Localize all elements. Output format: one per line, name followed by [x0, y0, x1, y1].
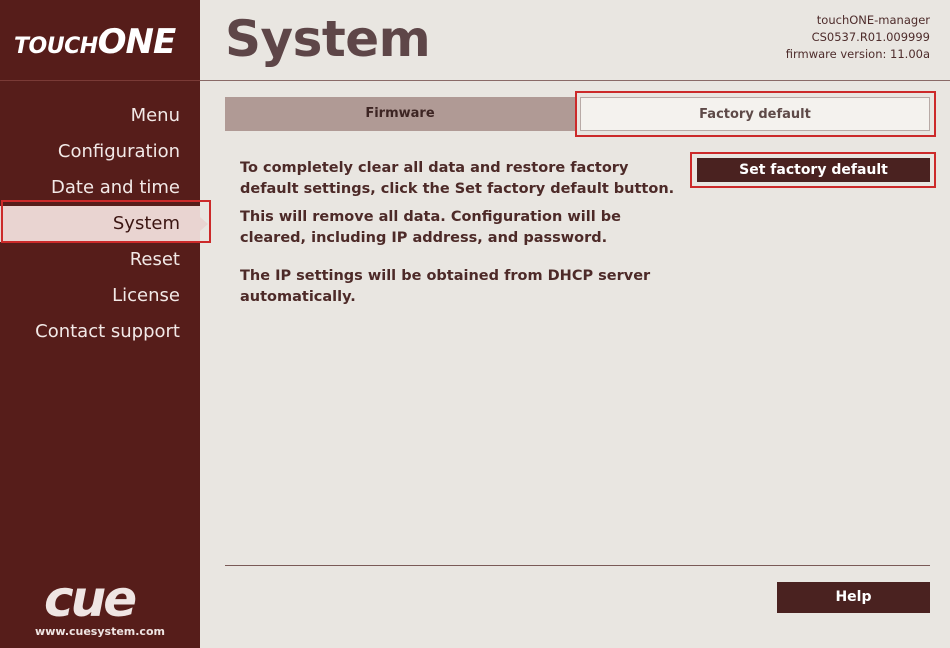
- touchone-logo: TOUCHONE: [14, 22, 177, 62]
- page-title: System: [225, 10, 431, 68]
- firmware-version: firmware version: 11.00a: [785, 47, 930, 61]
- sidebar-item-contact-support[interactable]: Contact support: [0, 314, 200, 350]
- set-factory-default-button[interactable]: Set factory default: [697, 158, 930, 182]
- sidebar: TOUCHONE Menu Configuration Date and tim…: [0, 0, 208, 648]
- description-paragraph-2: This will remove all data. Configuration…: [240, 209, 621, 246]
- factory-default-description: To completely clear all data and restore…: [240, 158, 690, 315]
- cue-logo: cue: [44, 570, 137, 628]
- description-paragraph-1: To completely clear all data and restore…: [240, 160, 675, 197]
- website-link[interactable]: www.cuesystem.com: [0, 625, 200, 638]
- footer-divider: [225, 565, 930, 566]
- logo-touch-text: TOUCH: [14, 34, 98, 59]
- device-serial: CS0537.R01.009999: [811, 30, 930, 44]
- tab-factory-default[interactable]: Factory default: [580, 97, 930, 131]
- tab-firmware[interactable]: Firmware: [225, 97, 575, 131]
- help-button[interactable]: Help: [777, 582, 930, 613]
- device-name: touchONE-manager: [816, 13, 930, 27]
- sidebar-divider: [0, 80, 200, 81]
- sidebar-item-menu[interactable]: Menu: [0, 98, 200, 134]
- sidebar-nav: Menu Configuration Date and time System …: [0, 98, 208, 350]
- sidebar-item-configuration[interactable]: Configuration: [0, 134, 200, 170]
- sidebar-item-date-and-time[interactable]: Date and time: [0, 170, 200, 206]
- sidebar-item-system[interactable]: System: [0, 206, 208, 242]
- header-divider: [200, 80, 950, 81]
- logo-one-text: ONE: [97, 22, 177, 62]
- sidebar-item-reset[interactable]: Reset: [0, 242, 200, 278]
- description-paragraph-3: The IP settings will be obtained from DH…: [240, 268, 651, 305]
- device-info: touchONE-manager CS0537.R01.009999 firmw…: [786, 12, 930, 63]
- sidebar-item-license[interactable]: License: [0, 278, 200, 314]
